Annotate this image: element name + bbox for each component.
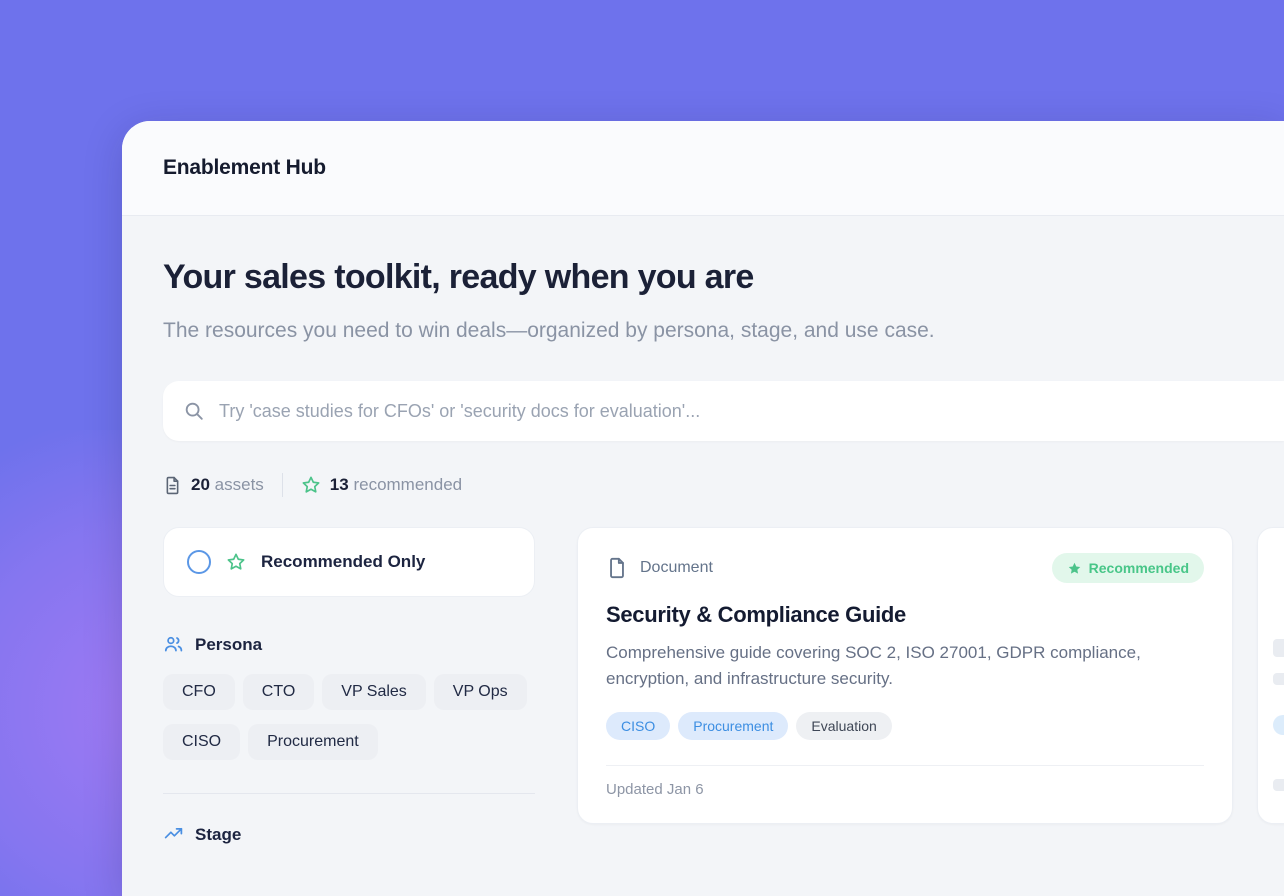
trending-up-icon bbox=[163, 824, 184, 845]
page-title: Your sales toolkit, ready when you are bbox=[163, 258, 1284, 297]
recommended-stat: 13 recommended bbox=[301, 475, 462, 495]
asset-card-partial[interactable] bbox=[1257, 527, 1284, 824]
search-icon bbox=[183, 400, 205, 422]
recommended-count: 13 bbox=[330, 475, 349, 494]
toggle-radio-circle[interactable] bbox=[187, 550, 211, 574]
card-type: Document bbox=[606, 557, 713, 579]
asset-card-security-compliance-guide[interactable]: Document Recommended Security & Complian… bbox=[577, 527, 1233, 824]
stats-divider bbox=[282, 473, 283, 497]
page-subtitle: The resources you need to win deals—orga… bbox=[163, 313, 998, 349]
recommended-label: recommended bbox=[353, 475, 462, 494]
recommended-only-label: Recommended Only bbox=[261, 552, 425, 572]
persona-section-header: Persona bbox=[163, 634, 535, 655]
recommended-only-toggle[interactable]: Recommended Only bbox=[163, 527, 535, 597]
star-outline-icon bbox=[226, 552, 246, 572]
persona-chip-procurement[interactable]: Procurement bbox=[248, 724, 378, 760]
users-icon bbox=[163, 634, 184, 655]
persona-chip-cto[interactable]: CTO bbox=[243, 674, 314, 710]
persona-chip-vp-ops[interactable]: VP Ops bbox=[434, 674, 527, 710]
star-filled-icon bbox=[1067, 561, 1082, 576]
sidebar-divider bbox=[163, 793, 535, 794]
recommended-badge-label: Recommended bbox=[1089, 560, 1189, 576]
asset-cards-row: Document Recommended Security & Complian… bbox=[577, 527, 1284, 845]
content-area: Your sales toolkit, ready when you are T… bbox=[122, 216, 1284, 845]
star-outline-icon bbox=[301, 475, 321, 495]
main-panel: Enablement Hub Your sales toolkit, ready… bbox=[122, 121, 1284, 896]
assets-stat: 20 assets bbox=[163, 475, 264, 495]
stats-row: 20 assets 13 recommended bbox=[163, 473, 1284, 497]
persona-chip-vp-sales[interactable]: VP Sales bbox=[322, 674, 426, 710]
assets-label: assets bbox=[215, 475, 264, 494]
partial-card-placeholder bbox=[1273, 715, 1284, 735]
stage-section-title: Stage bbox=[195, 825, 241, 845]
card-description: Comprehensive guide covering SOC 2, ISO … bbox=[606, 640, 1188, 691]
card-title: Security & Compliance Guide bbox=[606, 602, 1204, 628]
app-header: Enablement Hub bbox=[122, 121, 1284, 216]
partial-card-placeholder bbox=[1273, 639, 1284, 657]
app-title: Enablement Hub bbox=[163, 156, 326, 180]
tag-evaluation[interactable]: Evaluation bbox=[796, 712, 891, 740]
tag-procurement[interactable]: Procurement bbox=[678, 712, 788, 740]
file-icon bbox=[606, 557, 628, 579]
persona-chips: CFO CTO VP Sales VP Ops CISO Procurement bbox=[163, 674, 535, 760]
card-tags: CISO Procurement Evaluation bbox=[606, 712, 1204, 740]
filters-sidebar: Recommended Only Persona CFO CTO VP Sale… bbox=[163, 527, 535, 845]
main-layout: Recommended Only Persona CFO CTO VP Sale… bbox=[163, 527, 1284, 845]
stage-section-header: Stage bbox=[163, 824, 535, 845]
assets-count: 20 bbox=[191, 475, 210, 494]
persona-chip-cfo[interactable]: CFO bbox=[163, 674, 235, 710]
partial-card-placeholder bbox=[1273, 779, 1284, 791]
file-icon bbox=[163, 476, 182, 495]
recommended-badge: Recommended bbox=[1052, 553, 1204, 583]
tag-ciso[interactable]: CISO bbox=[606, 712, 670, 740]
search-bar[interactable] bbox=[163, 381, 1284, 441]
partial-card-placeholder bbox=[1273, 673, 1284, 685]
search-input[interactable] bbox=[219, 401, 1264, 422]
card-type-label: Document bbox=[640, 559, 713, 577]
card-updated-date: Updated Jan 6 bbox=[606, 766, 1204, 813]
card-header-row: Document Recommended bbox=[606, 553, 1204, 583]
persona-chip-ciso[interactable]: CISO bbox=[163, 724, 240, 760]
persona-section-title: Persona bbox=[195, 635, 262, 655]
